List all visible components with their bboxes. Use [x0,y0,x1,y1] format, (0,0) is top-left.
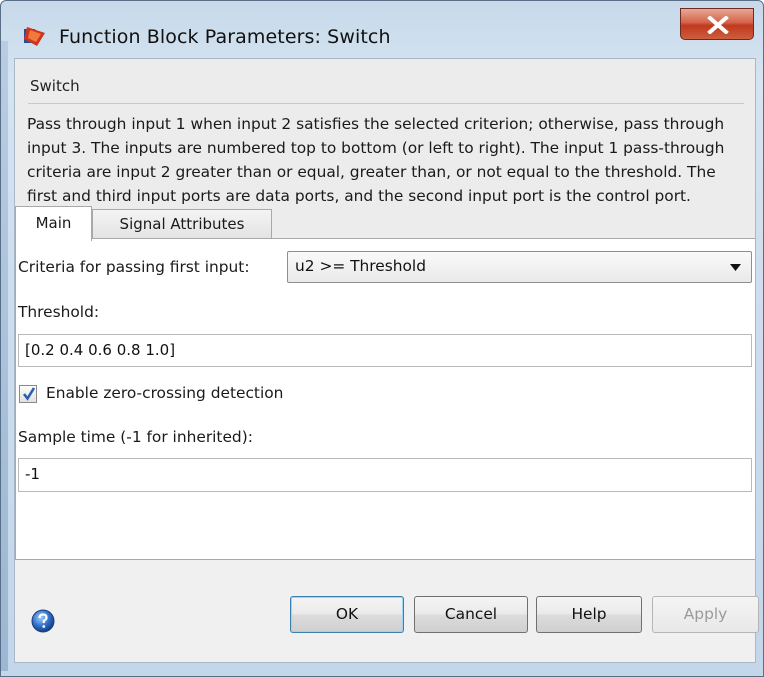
close-icon [707,16,729,34]
tab-signal-attributes[interactable]: Signal Attributes [92,209,272,239]
help-icon[interactable] [31,609,55,633]
simulink-block-icon [24,27,45,46]
check-icon [22,387,36,401]
title-bar[interactable]: Function Block Parameters: Switch [1,1,763,51]
close-button[interactable] [680,8,754,40]
threshold-label: Threshold: [18,303,100,321]
sample-time-input[interactable]: -1 [18,458,752,492]
apply-button[interactable]: Apply [652,596,759,633]
block-description: Pass through input 1 when input 2 satisf… [27,115,725,205]
window-title: Function Block Parameters: Switch [59,26,391,48]
threshold-input[interactable]: [0.2 0.4 0.6 0.8 1.0] [18,334,752,367]
group-title: Switch [30,77,80,95]
zero-crossing-label: Enable zero-crossing detection [46,384,284,402]
cancel-button[interactable]: Cancel [414,596,528,633]
chevron-down-icon [730,264,741,271]
dialog-window: Function Block Parameters: Switch Switch… [0,0,764,677]
criteria-dropdown[interactable]: u2 >= Threshold [287,251,752,283]
group-divider [28,103,744,104]
help-button[interactable]: Help [536,596,642,633]
tab-main[interactable]: Main [15,206,92,241]
ok-button[interactable]: OK [290,596,404,633]
sample-time-label: Sample time (-1 for inherited): [18,428,253,446]
criteria-label: Criteria for passing first input: [18,258,250,276]
zero-crossing-checkbox[interactable] [19,385,37,403]
criteria-selected-value: u2 >= Threshold [295,257,426,275]
main-tab-panel: Criteria for passing first input: u2 >= … [15,238,755,560]
